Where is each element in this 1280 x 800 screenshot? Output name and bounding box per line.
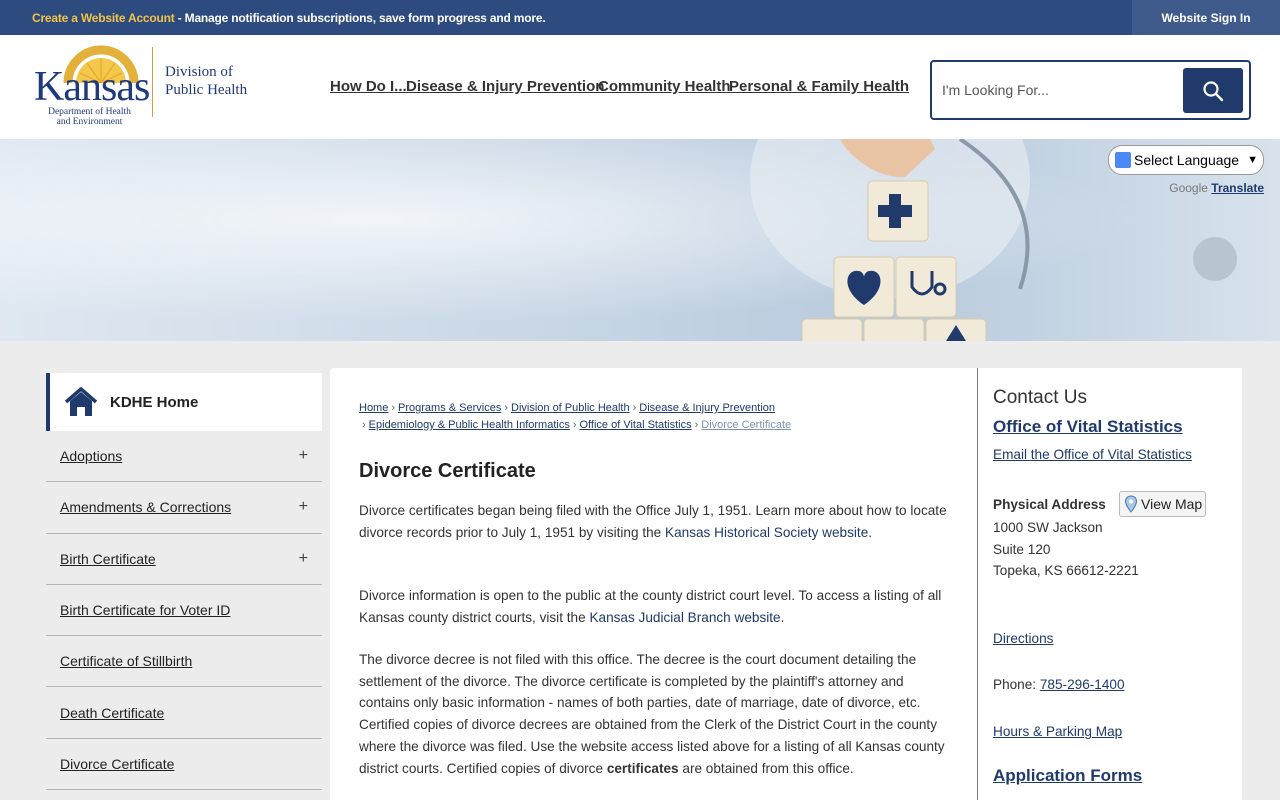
breadcrumb: Home › Programs & Services › Division of Pub… xyxy=(359,400,959,434)
paragraph-text: . xyxy=(868,524,873,540)
phone-row: Phone: 785-296-1400 xyxy=(993,677,1125,692)
sidebar-item-stillbirth[interactable]: Certificate of Stillbirth xyxy=(46,636,322,688)
paragraph-decree: The divorce decree is not filed with thi… xyxy=(359,649,954,779)
logo-dept-line2: and Environment xyxy=(56,117,123,127)
breadcrumb-home[interactable]: Home xyxy=(359,402,388,414)
sidebar-item-birth-certificate-voter-id[interactable]: Birth Certificate for Voter ID xyxy=(46,585,322,637)
logo-divider xyxy=(152,47,153,117)
sidebar-item-kdhe-home[interactable]: KDHE Home xyxy=(46,373,322,431)
breadcrumb-current[interactable]: Divorce Certificate xyxy=(701,419,791,431)
nav-personal-family-health[interactable]: Personal & Family Health xyxy=(729,78,909,95)
logo-division-text: Division of Public Health xyxy=(165,63,247,99)
expand-plus-icon[interactable]: + xyxy=(299,447,308,465)
paragraph-history: Divorce certificates began being filed w… xyxy=(359,500,954,543)
google-translate-icon xyxy=(1115,152,1131,168)
sidebar-item-death-certificate[interactable]: Death Certificate xyxy=(46,687,322,739)
nav-community-health[interactable]: Community Health xyxy=(598,78,731,95)
sidebar-item-label: Birth Certificate xyxy=(60,550,156,567)
powered-by-google: Google Translate xyxy=(1108,181,1264,195)
account-description: - Manage notification subscriptions, sav… xyxy=(174,11,546,25)
map-pin-icon xyxy=(1124,495,1138,513)
chevron-down-icon: ▼ xyxy=(1247,154,1258,166)
email-office-link[interactable]: Email the Office of Vital Statistics xyxy=(993,447,1192,462)
paragraph-text: The divorce decree is not filed with thi… xyxy=(359,652,945,776)
address-line: Topeka, KS 66612-2221 xyxy=(993,563,1139,578)
page-title: Divorce Certificate xyxy=(359,460,536,482)
expand-plus-icon[interactable]: + xyxy=(299,498,308,516)
logo-kansas-text: Kansas xyxy=(34,64,150,110)
search-button[interactable] xyxy=(1183,68,1243,113)
breadcrumb-separator: › xyxy=(391,402,396,414)
translate-link[interactable]: Translate xyxy=(1211,181,1264,195)
home-icon xyxy=(64,387,98,416)
nav-how-do-i[interactable]: How Do I... xyxy=(330,78,407,95)
site-header: Kansas Department of Health and Environm… xyxy=(0,35,1280,139)
google-translate: Select Language ▼ Google Translate xyxy=(1108,145,1264,195)
view-map-label: View Map xyxy=(1141,496,1203,512)
kansas-judicial-branch-link[interactable]: Kansas Judicial Branch website xyxy=(589,610,780,625)
breadcrumb-disease[interactable]: Disease & Injury Prevention xyxy=(639,402,775,414)
kansas-historical-society-link[interactable]: Kansas Historical Society website xyxy=(665,525,868,540)
search-icon xyxy=(1203,80,1224,101)
hero-banner: Select Language ▼ Google Translate xyxy=(0,139,1280,341)
top-bar: Create a Website Account - Manage notifi… xyxy=(0,0,1280,35)
search-input[interactable] xyxy=(942,76,1172,104)
paragraph-text: are obtained from this office. xyxy=(678,760,854,776)
sidebar-item-adoptions[interactable]: Adoptions + xyxy=(46,431,322,483)
address-line: Suite 120 xyxy=(993,541,1051,557)
logo-dept-line1: Department of Health xyxy=(48,107,131,117)
contact-panel: Contact Us Office of Vital Statistics Em… xyxy=(977,368,1242,800)
contact-title: Contact Us xyxy=(993,387,1087,408)
logo-division-line2: Public Health xyxy=(165,82,248,98)
directions-link[interactable]: Directions xyxy=(993,631,1053,646)
medical-blocks-image xyxy=(750,139,1237,341)
breadcrumb-separator: › xyxy=(504,402,508,414)
paragraph-text: . xyxy=(780,609,785,625)
breadcrumb-division[interactable]: Division of Public Health xyxy=(511,402,630,414)
phone-link[interactable]: 785-296-1400 xyxy=(1040,677,1125,692)
logo-department-text: Department of Health and Environment xyxy=(32,107,147,127)
physical-address-label: Physical Address xyxy=(993,497,1106,512)
sidebar-item-divorce-certificate[interactable]: Divorce Certificate xyxy=(46,739,322,791)
sidebar-item-amendments[interactable]: Amendments & Corrections + xyxy=(46,482,322,534)
view-map-button[interactable]: View Map xyxy=(1119,491,1206,517)
sidebar-item-label: Certificate of Stillbirth xyxy=(60,653,193,670)
select-language-label: Select Language xyxy=(1134,152,1240,168)
breadcrumb-vital-statistics[interactable]: Office of Vital Statistics xyxy=(580,419,692,431)
breadcrumb-separator: › xyxy=(572,419,577,431)
account-message: Create a Website Account - Manage notifi… xyxy=(32,11,546,25)
breadcrumb-separator: › xyxy=(694,419,699,431)
logo-division-line1: Division of xyxy=(165,64,233,80)
application-forms-link[interactable]: Application Forms xyxy=(993,766,1142,786)
nav-disease-injury-prevention[interactable]: Disease & Injury Prevention xyxy=(406,78,604,95)
address-block: 1000 SW Jackson Suite 120 Topeka, KS 666… xyxy=(993,517,1139,582)
breadcrumb-separator: › xyxy=(632,402,637,414)
sidebar-home-label: KDHE Home xyxy=(110,393,199,411)
create-account-link[interactable]: Create a Website Account xyxy=(32,11,175,25)
sidebar-nav: KDHE Home Adoptions + Amendments & Correc… xyxy=(46,373,322,791)
breadcrumb-separator: › xyxy=(362,419,366,431)
breadcrumb-programs[interactable]: Programs & Services xyxy=(398,402,501,414)
sidebar-item-label: Amendments & Corrections xyxy=(60,499,232,516)
kdhe-logo[interactable]: Kansas Department of Health and Environm… xyxy=(32,45,262,127)
sidebar-item-label: Birth Certificate for Voter ID xyxy=(60,602,231,619)
expand-plus-icon[interactable]: + xyxy=(299,550,308,568)
select-language-dropdown[interactable]: Select Language ▼ xyxy=(1108,145,1264,175)
search-box xyxy=(930,60,1251,120)
google-label: Google xyxy=(1169,181,1208,195)
paragraph-public-info: Divorce information is open to the publi… xyxy=(359,585,954,628)
address-line: 1000 SW Jackson xyxy=(993,520,1103,535)
website-sign-in-button[interactable]: Website Sign In xyxy=(1132,0,1280,35)
sidebar-item-label: Adoptions xyxy=(60,448,123,465)
paragraph-bold-text: certificates xyxy=(606,760,679,776)
sidebar-item-label: Death Certificate xyxy=(60,704,165,721)
hours-parking-link[interactable]: Hours & Parking Map xyxy=(993,724,1122,739)
breadcrumb-epidemiology[interactable]: Epidemiology & Public Health Informatics xyxy=(369,419,570,431)
office-vital-statistics-link[interactable]: Office of Vital Statistics xyxy=(993,417,1183,437)
main-content: Home › Programs & Services › Division of Pub… xyxy=(330,368,977,800)
phone-label: Phone: xyxy=(993,677,1040,692)
sidebar-item-birth-certificate[interactable]: Birth Certificate + xyxy=(46,534,322,585)
sidebar-item-label: Divorce Certificate xyxy=(60,755,175,772)
